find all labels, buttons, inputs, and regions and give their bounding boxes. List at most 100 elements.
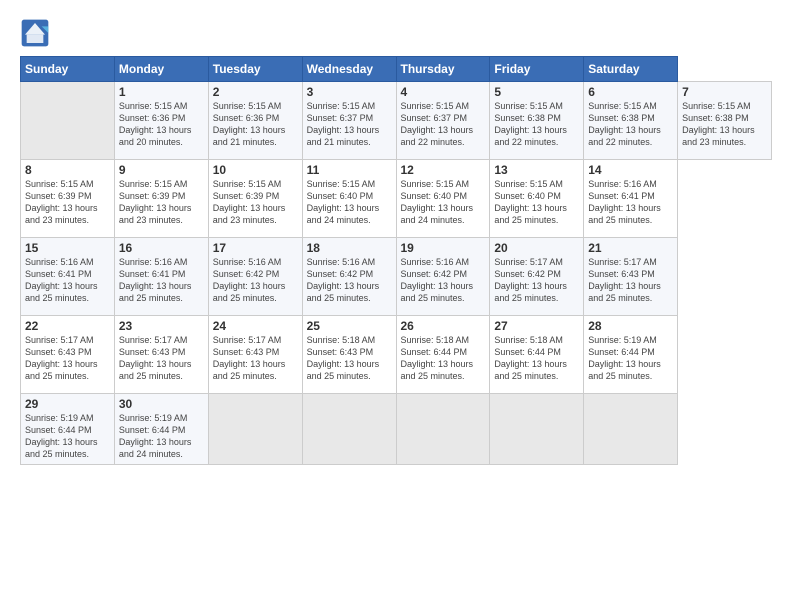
calendar-day-cell: 4 Sunrise: 5:15 AMSunset: 6:37 PMDayligh… — [396, 82, 490, 160]
day-info: Sunrise: 5:15 AMSunset: 6:40 PMDaylight:… — [494, 179, 567, 225]
logo — [20, 18, 54, 48]
calendar-day-cell: 11 Sunrise: 5:15 AMSunset: 6:40 PMDaylig… — [302, 160, 396, 238]
day-number: 30 — [119, 397, 204, 411]
day-number: 7 — [682, 85, 767, 99]
day-number: 8 — [25, 163, 110, 177]
page: SundayMondayTuesdayWednesdayThursdayFrid… — [0, 0, 792, 612]
calendar-day-cell: 16 Sunrise: 5:16 AMSunset: 6:41 PMDaylig… — [114, 238, 208, 316]
calendar-week-row: 29 Sunrise: 5:19 AMSunset: 6:44 PMDaylig… — [21, 394, 772, 465]
day-info: Sunrise: 5:15 AMSunset: 6:36 PMDaylight:… — [213, 101, 286, 147]
day-number: 29 — [25, 397, 110, 411]
day-info: Sunrise: 5:15 AMSunset: 6:36 PMDaylight:… — [119, 101, 192, 147]
calendar-day-cell: 23 Sunrise: 5:17 AMSunset: 6:43 PMDaylig… — [114, 316, 208, 394]
calendar-day-cell: 12 Sunrise: 5:15 AMSunset: 6:40 PMDaylig… — [396, 160, 490, 238]
day-info: Sunrise: 5:18 AMSunset: 6:44 PMDaylight:… — [401, 335, 474, 381]
day-number: 12 — [401, 163, 486, 177]
day-info: Sunrise: 5:15 AMSunset: 6:40 PMDaylight:… — [401, 179, 474, 225]
calendar-day-cell: 26 Sunrise: 5:18 AMSunset: 6:44 PMDaylig… — [396, 316, 490, 394]
day-info: Sunrise: 5:17 AMSunset: 6:43 PMDaylight:… — [119, 335, 192, 381]
calendar-day-cell: 2 Sunrise: 5:15 AMSunset: 6:36 PMDayligh… — [208, 82, 302, 160]
calendar-header-row: SundayMondayTuesdayWednesdayThursdayFrid… — [21, 57, 772, 82]
calendar-day-cell: 28 Sunrise: 5:19 AMSunset: 6:44 PMDaylig… — [584, 316, 678, 394]
day-number: 13 — [494, 163, 579, 177]
calendar-day-cell — [396, 394, 490, 465]
calendar-day-cell: 7 Sunrise: 5:15 AMSunset: 6:38 PMDayligh… — [678, 82, 772, 160]
calendar-day-cell: 22 Sunrise: 5:17 AMSunset: 6:43 PMDaylig… — [21, 316, 115, 394]
day-info: Sunrise: 5:16 AMSunset: 6:42 PMDaylight:… — [307, 257, 380, 303]
calendar-day-cell: 5 Sunrise: 5:15 AMSunset: 6:38 PMDayligh… — [490, 82, 584, 160]
empty-cell — [21, 82, 115, 160]
day-info: Sunrise: 5:15 AMSunset: 6:38 PMDaylight:… — [494, 101, 567, 147]
day-number: 5 — [494, 85, 579, 99]
calendar-day-cell: 21 Sunrise: 5:17 AMSunset: 6:43 PMDaylig… — [584, 238, 678, 316]
calendar-day-cell: 9 Sunrise: 5:15 AMSunset: 6:39 PMDayligh… — [114, 160, 208, 238]
day-number: 18 — [307, 241, 392, 255]
day-number: 21 — [588, 241, 673, 255]
weekday-header: Thursday — [396, 57, 490, 82]
weekday-header: Friday — [490, 57, 584, 82]
day-number: 19 — [401, 241, 486, 255]
day-number: 25 — [307, 319, 392, 333]
calendar-week-row: 1 Sunrise: 5:15 AMSunset: 6:36 PMDayligh… — [21, 82, 772, 160]
calendar-day-cell: 27 Sunrise: 5:18 AMSunset: 6:44 PMDaylig… — [490, 316, 584, 394]
calendar-day-cell: 13 Sunrise: 5:15 AMSunset: 6:40 PMDaylig… — [490, 160, 584, 238]
day-info: Sunrise: 5:18 AMSunset: 6:44 PMDaylight:… — [494, 335, 567, 381]
day-info: Sunrise: 5:15 AMSunset: 6:39 PMDaylight:… — [119, 179, 192, 225]
calendar-day-cell: 10 Sunrise: 5:15 AMSunset: 6:39 PMDaylig… — [208, 160, 302, 238]
day-info: Sunrise: 5:18 AMSunset: 6:43 PMDaylight:… — [307, 335, 380, 381]
day-info: Sunrise: 5:17 AMSunset: 6:43 PMDaylight:… — [588, 257, 661, 303]
day-info: Sunrise: 5:17 AMSunset: 6:43 PMDaylight:… — [213, 335, 286, 381]
calendar-day-cell — [490, 394, 584, 465]
weekday-header: Sunday — [21, 57, 115, 82]
calendar-day-cell: 6 Sunrise: 5:15 AMSunset: 6:38 PMDayligh… — [584, 82, 678, 160]
day-info: Sunrise: 5:16 AMSunset: 6:42 PMDaylight:… — [213, 257, 286, 303]
day-info: Sunrise: 5:19 AMSunset: 6:44 PMDaylight:… — [119, 413, 192, 459]
day-info: Sunrise: 5:15 AMSunset: 6:40 PMDaylight:… — [307, 179, 380, 225]
calendar-day-cell: 1 Sunrise: 5:15 AMSunset: 6:36 PMDayligh… — [114, 82, 208, 160]
calendar-day-cell: 24 Sunrise: 5:17 AMSunset: 6:43 PMDaylig… — [208, 316, 302, 394]
day-info: Sunrise: 5:16 AMSunset: 6:42 PMDaylight:… — [401, 257, 474, 303]
day-info: Sunrise: 5:15 AMSunset: 6:38 PMDaylight:… — [588, 101, 661, 147]
calendar-body: 1 Sunrise: 5:15 AMSunset: 6:36 PMDayligh… — [21, 82, 772, 465]
day-info: Sunrise: 5:15 AMSunset: 6:39 PMDaylight:… — [213, 179, 286, 225]
day-number: 17 — [213, 241, 298, 255]
day-number: 22 — [25, 319, 110, 333]
day-info: Sunrise: 5:16 AMSunset: 6:41 PMDaylight:… — [119, 257, 192, 303]
calendar-day-cell: 30 Sunrise: 5:19 AMSunset: 6:44 PMDaylig… — [114, 394, 208, 465]
day-number: 16 — [119, 241, 204, 255]
day-number: 9 — [119, 163, 204, 177]
day-number: 4 — [401, 85, 486, 99]
calendar-day-cell: 15 Sunrise: 5:16 AMSunset: 6:41 PMDaylig… — [21, 238, 115, 316]
calendar-day-cell: 20 Sunrise: 5:17 AMSunset: 6:42 PMDaylig… — [490, 238, 584, 316]
calendar-day-cell: 8 Sunrise: 5:15 AMSunset: 6:39 PMDayligh… — [21, 160, 115, 238]
day-info: Sunrise: 5:15 AMSunset: 6:39 PMDaylight:… — [25, 179, 98, 225]
day-info: Sunrise: 5:17 AMSunset: 6:42 PMDaylight:… — [494, 257, 567, 303]
weekday-header: Monday — [114, 57, 208, 82]
day-info: Sunrise: 5:15 AMSunset: 6:38 PMDaylight:… — [682, 101, 755, 147]
calendar-day-cell: 19 Sunrise: 5:16 AMSunset: 6:42 PMDaylig… — [396, 238, 490, 316]
day-number: 15 — [25, 241, 110, 255]
calendar-day-cell: 3 Sunrise: 5:15 AMSunset: 6:37 PMDayligh… — [302, 82, 396, 160]
header — [20, 18, 772, 48]
day-number: 2 — [213, 85, 298, 99]
calendar-day-cell: 14 Sunrise: 5:16 AMSunset: 6:41 PMDaylig… — [584, 160, 678, 238]
day-info: Sunrise: 5:19 AMSunset: 6:44 PMDaylight:… — [588, 335, 661, 381]
day-number: 14 — [588, 163, 673, 177]
day-number: 10 — [213, 163, 298, 177]
logo-icon — [20, 18, 50, 48]
weekday-header: Saturday — [584, 57, 678, 82]
calendar-day-cell — [302, 394, 396, 465]
day-number: 27 — [494, 319, 579, 333]
calendar-table: SundayMondayTuesdayWednesdayThursdayFrid… — [20, 56, 772, 465]
day-info: Sunrise: 5:15 AMSunset: 6:37 PMDaylight:… — [401, 101, 474, 147]
day-info: Sunrise: 5:17 AMSunset: 6:43 PMDaylight:… — [25, 335, 98, 381]
calendar-week-row: 15 Sunrise: 5:16 AMSunset: 6:41 PMDaylig… — [21, 238, 772, 316]
weekday-header: Tuesday — [208, 57, 302, 82]
day-number: 26 — [401, 319, 486, 333]
calendar-day-cell: 29 Sunrise: 5:19 AMSunset: 6:44 PMDaylig… — [21, 394, 115, 465]
day-info: Sunrise: 5:16 AMSunset: 6:41 PMDaylight:… — [25, 257, 98, 303]
day-info: Sunrise: 5:16 AMSunset: 6:41 PMDaylight:… — [588, 179, 661, 225]
day-info: Sunrise: 5:19 AMSunset: 6:44 PMDaylight:… — [25, 413, 98, 459]
day-number: 1 — [119, 85, 204, 99]
weekday-header: Wednesday — [302, 57, 396, 82]
